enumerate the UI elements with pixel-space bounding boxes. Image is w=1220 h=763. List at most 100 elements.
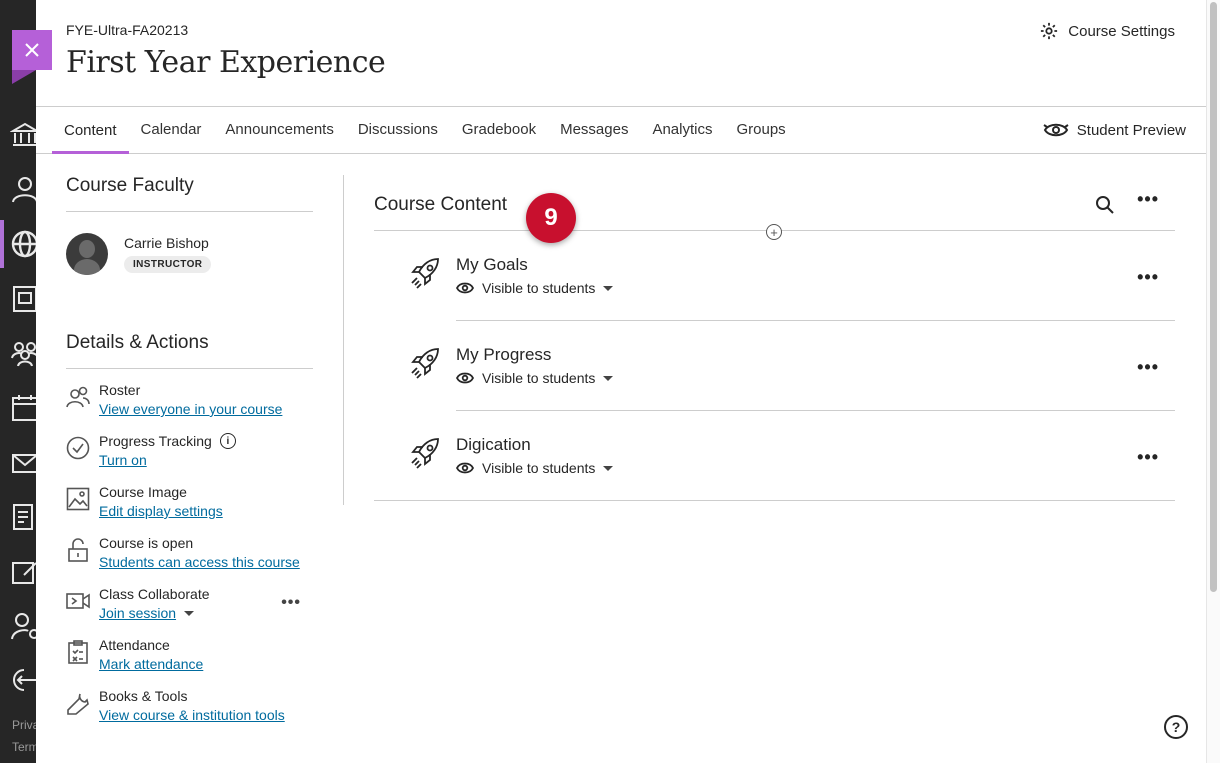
global-nav: Priva Term (0, 0, 36, 763)
gear-icon (1041, 22, 1058, 40)
content-item[interactable]: My Progress Visible to students ••• (411, 321, 1175, 411)
content-more-button[interactable]: ••• (1137, 189, 1159, 210)
tab-gradebook[interactable]: Gradebook (450, 107, 548, 151)
courses-icon[interactable] (10, 284, 36, 314)
action-title: Course Image (99, 484, 187, 500)
help-icon[interactable]: ? (1164, 715, 1188, 739)
scrollbar[interactable] (1206, 0, 1220, 763)
institution-icon[interactable] (9, 120, 36, 150)
active-nav-indicator (0, 220, 4, 268)
visibility-dropdown[interactable]: Visible to students (456, 280, 614, 296)
close-course-button[interactable] (12, 30, 52, 70)
tab-analytics[interactable]: Analytics (640, 107, 724, 151)
privacy-link[interactable]: Priva (12, 718, 36, 732)
action-books-tools: Books & Tools View course & institution … (66, 688, 313, 726)
course-faculty-heading: Course Faculty (66, 175, 313, 212)
details-actions-heading: Details & Actions (66, 332, 313, 369)
faculty-card[interactable]: Carrie Bishop INSTRUCTOR (66, 232, 313, 276)
rocket-icon (408, 435, 444, 471)
info-icon[interactable]: i (219, 433, 236, 449)
visibility-dropdown[interactable]: Visible to students (456, 460, 614, 476)
column-divider (343, 175, 344, 505)
action-progress-tracking: Progress Tracking i Turn on (66, 433, 313, 471)
profile-icon[interactable] (10, 174, 36, 204)
terms-link[interactable]: Term (12, 740, 36, 754)
course-id: FYE-Ultra-FA20213 (66, 22, 189, 38)
student-preview-label: Student Preview (1076, 121, 1186, 139)
tools-icon[interactable] (10, 557, 36, 587)
add-content-plus-icon[interactable]: + (766, 224, 782, 240)
eye-icon (456, 282, 474, 294)
calendar-icon[interactable] (10, 393, 36, 423)
content-item-title[interactable]: Digication (456, 435, 531, 455)
action-roster: Roster View everyone in your course (66, 382, 313, 420)
close-icon (25, 43, 39, 57)
visibility-label: Visible to students (482, 460, 596, 476)
action-class-collaborate: Class Collaborate Join session ••• (66, 586, 313, 624)
admin-icon[interactable] (10, 611, 36, 641)
sign-out-icon[interactable] (10, 665, 36, 695)
grades-icon[interactable] (10, 502, 36, 532)
students-access-link[interactable]: Students can access this course (99, 554, 300, 570)
content-item[interactable]: Digication Visible to students ••• (374, 411, 1175, 501)
page-title: First Year Experience (66, 45, 386, 80)
tab-content[interactable]: Content (52, 107, 129, 154)
faculty-name: Carrie Bishop (124, 235, 209, 251)
edit-display-settings-link[interactable]: Edit display settings (99, 503, 223, 519)
progress-check-icon (66, 436, 90, 460)
avatar (66, 233, 108, 275)
role-badge: INSTRUCTOR (124, 256, 212, 273)
messages-icon[interactable] (10, 448, 36, 478)
visibility-dropdown[interactable]: Visible to students (456, 370, 614, 386)
content-item-title[interactable]: My Progress (456, 345, 551, 365)
view-roster-link[interactable]: View everyone in your course (99, 401, 282, 417)
view-tools-link[interactable]: View course & institution tools (99, 707, 285, 723)
course-tabs: Content Calendar Announcements Discussio… (52, 107, 798, 154)
item-more-button[interactable]: ••• (1137, 267, 1159, 288)
video-icon (66, 589, 90, 613)
image-icon (66, 487, 90, 511)
course-settings-button[interactable]: Course Settings (1040, 22, 1175, 40)
visibility-label: Visible to students (482, 370, 596, 386)
attendance-icon (66, 640, 90, 664)
mark-attendance-link[interactable]: Mark attendance (99, 656, 203, 672)
action-title: Roster (99, 382, 141, 398)
course-sidebar: Course Faculty Carrie Bishop INSTRUCTOR … (66, 175, 313, 726)
visibility-label: Visible to students (482, 280, 596, 296)
search-icon[interactable] (1095, 195, 1115, 215)
tab-groups[interactable]: Groups (724, 107, 797, 151)
content-header: Course Content 9 ••• + (374, 175, 1175, 243)
eye-icon (456, 372, 474, 384)
turn-on-progress-link[interactable]: Turn on (99, 452, 147, 468)
wrench-icon (66, 691, 90, 715)
chevron-down-icon[interactable] (184, 611, 195, 617)
tab-calendar[interactable]: Calendar (129, 107, 214, 151)
join-session-link[interactable]: Join session (99, 605, 176, 621)
unlock-icon (66, 538, 90, 562)
item-more-button[interactable]: ••• (1137, 357, 1159, 378)
action-title: Course is open (99, 535, 194, 551)
tab-messages[interactable]: Messages (548, 107, 640, 151)
globe-icon[interactable] (10, 229, 36, 259)
course-tabs-bar: Content Calendar Announcements Discussio… (36, 106, 1206, 154)
chevron-down-icon (603, 285, 614, 291)
scrollbar-thumb[interactable] (1210, 2, 1217, 592)
student-preview-button[interactable]: Student Preview (1043, 119, 1186, 141)
rocket-icon (408, 255, 444, 291)
tab-announcements[interactable]: Announcements (213, 107, 345, 151)
collaborate-more-button[interactable]: ••• (281, 594, 301, 612)
roster-icon (66, 385, 90, 409)
action-attendance: Attendance Mark attendance (66, 637, 313, 675)
organizations-icon[interactable] (10, 338, 36, 368)
item-more-button[interactable]: ••• (1137, 447, 1159, 468)
action-title: Progress Tracking (99, 433, 212, 449)
eye-icon (456, 462, 474, 474)
content-item[interactable]: My Goals Visible to students ••• (411, 231, 1175, 321)
course-content: Course Content 9 ••• + My Goals Visible … (374, 175, 1175, 501)
course-content-heading: Course Content (374, 194, 508, 215)
chevron-down-icon (603, 465, 614, 471)
action-course-image: Course Image Edit display settings (66, 484, 313, 522)
content-item-title[interactable]: My Goals (456, 255, 528, 275)
tab-discussions[interactable]: Discussions (346, 107, 450, 151)
rocket-icon (408, 345, 444, 381)
